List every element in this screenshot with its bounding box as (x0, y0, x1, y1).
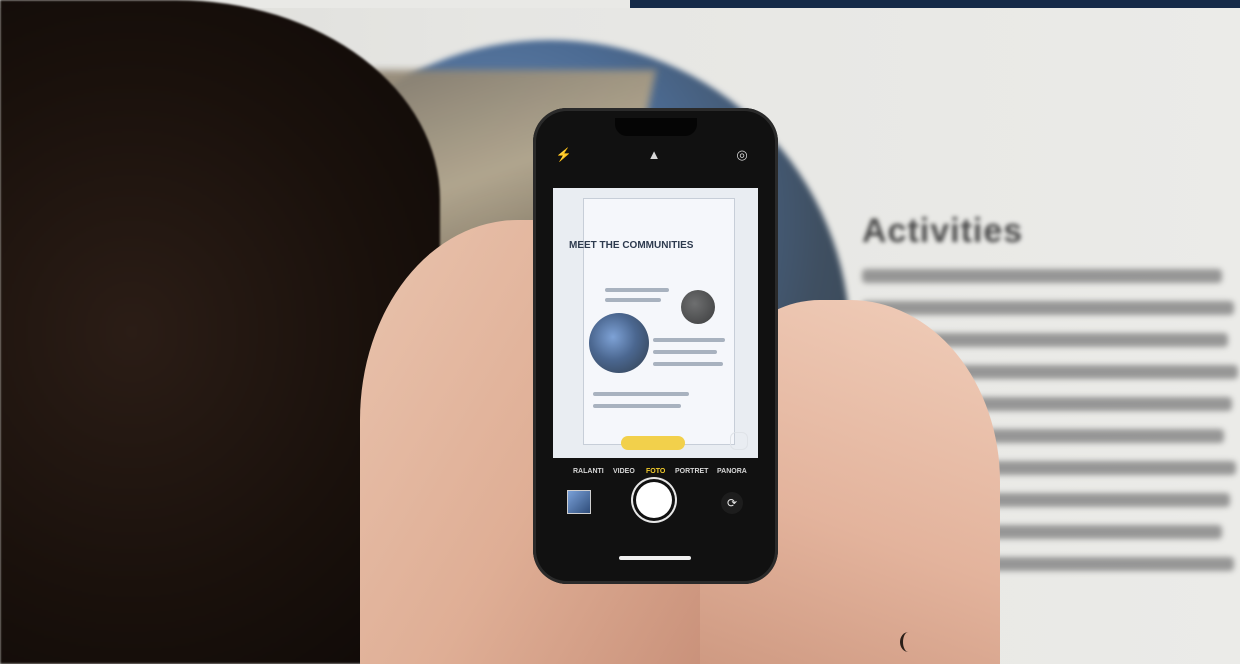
mode-video[interactable]: VIDEO (613, 468, 635, 475)
mode-foto[interactable]: FOTO (646, 468, 665, 475)
mode-portret[interactable]: PORTRET (675, 468, 708, 475)
smartphone: ⚡ ▲ ◎ MEET THE COMMUNITIES RALANTI VIDEO… (533, 108, 778, 584)
viewfinder-small-photo (681, 290, 715, 324)
viewfinder-poster-title: MEET THE COMMUNITIES (569, 240, 694, 251)
shutter-button[interactable] (636, 482, 672, 518)
chevron-up-icon[interactable]: ▲ (645, 146, 663, 164)
viewfinder-qr-chip[interactable] (621, 436, 685, 450)
photo-scene: Activities ⚡ ▲ ◎ MEET THE COMMUNITIES RA… (0, 0, 1240, 664)
viewfinder-text-line (653, 350, 717, 354)
bracelet (900, 632, 917, 652)
phone-notch (615, 118, 697, 136)
camera-top-controls: ⚡ ▲ ◎ (555, 146, 755, 166)
qr-scan-icon[interactable] (730, 432, 748, 450)
home-indicator[interactable] (619, 556, 691, 560)
viewfinder-text-line (653, 362, 723, 366)
gallery-thumbnail[interactable] (567, 490, 591, 514)
camera-flip-icon[interactable]: ⟳ (721, 492, 743, 514)
viewfinder-large-photo (589, 313, 649, 373)
poster-heading: Activities (862, 212, 1024, 250)
camera-mode-selector: RALANTI VIDEO FOTO PORTRET PANORA (533, 464, 778, 482)
live-photo-icon[interactable]: ◎ (733, 146, 751, 164)
viewfinder-text-line (605, 288, 669, 292)
mode-ralanti[interactable]: RALANTI (573, 468, 604, 475)
poster-text-line (862, 269, 1222, 283)
viewfinder-text-line (605, 298, 661, 302)
viewfinder-text-line (593, 404, 681, 408)
viewfinder-text-line (653, 338, 725, 342)
camera-viewfinder[interactable]: MEET THE COMMUNITIES (553, 188, 758, 458)
poster-text-line (862, 301, 1234, 315)
top-accent-bar (630, 0, 1240, 8)
flash-off-icon[interactable]: ⚡ (555, 146, 573, 164)
viewfinder-text-line (593, 392, 689, 396)
mode-panorama[interactable]: PANORA (717, 468, 747, 475)
